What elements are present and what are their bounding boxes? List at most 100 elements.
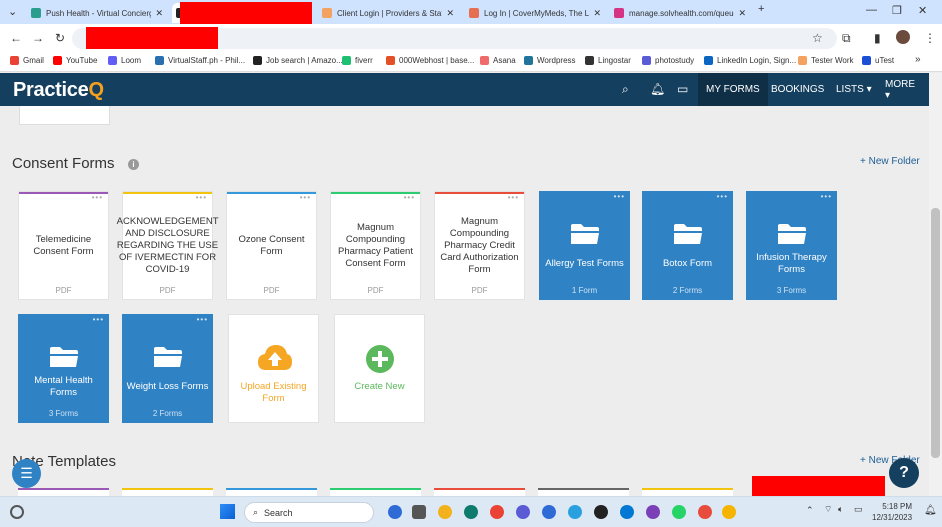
bookmark-star-icon[interactable]: ☆ xyxy=(812,31,823,45)
nav-bookings[interactable]: BOOKINGS xyxy=(763,73,832,106)
folder-menu-icon[interactable]: ••• xyxy=(614,192,625,201)
form-card[interactable]: ••• Telemedicine Consent Form PDF xyxy=(18,191,109,300)
page-scrollbar[interactable] xyxy=(929,73,942,496)
new-tab-button[interactable]: + xyxy=(758,3,764,15)
bookmark-item[interactable]: Gmail xyxy=(10,56,44,65)
note-card[interactable] xyxy=(18,488,109,496)
taskbar-clock[interactable]: 5:18 PM 12/31/2023 xyxy=(872,501,912,523)
form-folder[interactable]: ••• Allergy Test Forms 1 Form xyxy=(539,191,630,300)
card-menu-icon[interactable]: ••• xyxy=(92,193,103,202)
search-icon[interactable]: ⌕ xyxy=(622,82,629,97)
wifi-icon[interactable]: ⌔ xyxy=(824,504,832,515)
form-folder[interactable]: ••• Weight Loss Forms 2 Forms xyxy=(122,314,213,423)
tab-close-icon[interactable]: ✕ xyxy=(442,8,454,19)
info-icon[interactable]: i xyxy=(128,159,139,170)
browser-tab[interactable]: Log In | CoverMyMeds, The Lea ✕ xyxy=(465,3,605,23)
new-folder-button[interactable]: + New Folder xyxy=(860,156,920,167)
battery-icon[interactable]: ▭ xyxy=(854,504,863,515)
nav-lists[interactable]: LISTS ▾ xyxy=(828,73,880,106)
notes-icon[interactable] xyxy=(722,505,736,519)
bookmark-item[interactable]: Asana xyxy=(480,56,516,65)
form-card[interactable]: ••• Ozone Consent Form PDF xyxy=(226,191,317,300)
form-card[interactable]: ••• Magnum Compounding Pharmacy Credit Ca… xyxy=(434,191,525,300)
bookmark-item[interactable]: VirtualStaff.ph - Phil... xyxy=(155,56,245,65)
chat-list-icon[interactable]: ☰ xyxy=(12,459,41,488)
bookmark-item[interactable]: uTest xyxy=(862,56,894,65)
viber-icon[interactable] xyxy=(646,505,660,519)
tab-close-icon[interactable]: ✕ xyxy=(734,8,746,19)
previous-section-card[interactable] xyxy=(19,106,110,125)
tab-search-icon[interactable]: ⌄ xyxy=(8,5,17,18)
card-menu-icon[interactable]: ••• xyxy=(196,193,207,202)
sidepanel-icon[interactable]: ▮ xyxy=(874,31,881,45)
help-question-icon[interactable]: ? xyxy=(889,458,919,488)
notification-icon[interactable]: 🔔︎ xyxy=(924,505,937,516)
bookmark-item[interactable]: photostudy xyxy=(642,56,694,65)
scrollbar-thumb[interactable] xyxy=(931,208,940,458)
note-card[interactable] xyxy=(642,488,733,496)
form-folder[interactable]: ••• Mental Health Forms 3 Forms xyxy=(18,314,109,423)
settings-icon[interactable] xyxy=(516,505,530,519)
extensions-icon[interactable]: ⧉ xyxy=(842,31,851,46)
card-menu-icon[interactable]: ••• xyxy=(508,193,519,202)
reload-icon[interactable]: ↻ xyxy=(55,31,65,45)
tab-close-icon[interactable]: ✕ xyxy=(589,8,601,19)
folder-menu-icon[interactable]: ••• xyxy=(93,315,104,324)
note-card[interactable] xyxy=(330,488,421,496)
form-card[interactable]: ••• Magnum Compounding Pharmacy Patient C… xyxy=(330,191,421,300)
bookmark-item[interactable]: Loom xyxy=(108,56,141,65)
bookmark-item[interactable]: 000Webhost | base... xyxy=(386,56,474,65)
file-explorer-icon[interactable] xyxy=(412,505,426,519)
widgets-icon[interactable] xyxy=(10,505,24,519)
restore-icon[interactable]: ❐ xyxy=(892,4,902,17)
form-card[interactable]: ••• ACKNOWLEDGEMENT AND DISCLOSURE REGARD… xyxy=(117,191,219,300)
note-card[interactable] xyxy=(122,488,213,496)
nav-my-forms[interactable]: MY FORMS xyxy=(698,73,768,106)
billing-card-icon[interactable]: ▭ xyxy=(677,82,688,96)
teams-icon[interactable] xyxy=(542,505,556,519)
bookmarks-more-icon[interactable]: » xyxy=(915,54,921,65)
bookmark-item[interactable]: Lingostar xyxy=(585,56,631,65)
profile-avatar[interactable] xyxy=(896,30,910,44)
bookmark-item[interactable]: LinkedIn Login, Sign... xyxy=(704,56,796,65)
close-window-icon[interactable]: ✕ xyxy=(918,4,927,17)
chrome-profile-icon[interactable] xyxy=(698,505,712,519)
bookmark-item[interactable]: Wordpress xyxy=(524,56,576,65)
edge-icon[interactable] xyxy=(464,505,478,519)
practiceq-logo[interactable]: PracticeQ xyxy=(13,79,104,102)
bookmark-item[interactable]: Job search | Amazo... xyxy=(253,56,343,65)
browser-tab[interactable]: manage.solvhealth.com/queue ✕ xyxy=(610,3,750,23)
card-menu-icon[interactable]: ••• xyxy=(404,193,415,202)
folder-icon[interactable] xyxy=(438,505,452,519)
note-card[interactable] xyxy=(434,488,525,496)
windows-start-icon[interactable] xyxy=(220,504,235,519)
tab-close-icon[interactable]: ✕ xyxy=(151,8,163,19)
tray-chevron-icon[interactable]: ⌃ xyxy=(806,505,814,516)
whatsapp-icon[interactable] xyxy=(672,505,686,519)
back-icon[interactable]: ← xyxy=(10,31,22,45)
folder-menu-icon[interactable]: ••• xyxy=(821,192,832,201)
bookmark-item[interactable]: fiverr xyxy=(342,56,373,65)
vpn-icon[interactable] xyxy=(594,505,608,519)
forward-icon[interactable]: → xyxy=(32,31,44,45)
browser-tab[interactable]: Client Login | Providers & Staff ✕ xyxy=(318,3,458,23)
chat-app-icon[interactable] xyxy=(388,505,402,519)
bookmark-item[interactable]: Tester Work xyxy=(798,56,854,65)
folder-menu-icon[interactable]: ••• xyxy=(717,192,728,201)
skype-icon[interactable] xyxy=(620,505,634,519)
browser-tab[interactable]: Push Health - Virtual Concierge ✕ xyxy=(27,3,167,23)
nav-more[interactable]: MORE ▾ xyxy=(877,73,929,106)
browser-menu-icon[interactable]: ⋮ xyxy=(924,31,936,45)
upload-existing-form-button[interactable]: Upload Existing Form xyxy=(228,314,319,423)
card-menu-icon[interactable]: ••• xyxy=(300,193,311,202)
minimize-icon[interactable]: — xyxy=(866,4,877,16)
bookmark-item[interactable]: YouTube xyxy=(53,56,97,65)
form-folder[interactable]: ••• Infusion Therapy Forms 3 Forms xyxy=(746,191,837,300)
create-new-form-button[interactable]: Create New xyxy=(334,314,425,423)
bell-icon[interactable]: 🔔︎ xyxy=(650,82,665,96)
volume-icon[interactable]: 🔈︎ xyxy=(838,504,843,515)
telegram-icon[interactable] xyxy=(568,505,582,519)
chrome-icon[interactable] xyxy=(490,505,504,519)
form-folder[interactable]: ••• Botox Form 2 Forms xyxy=(642,191,733,300)
note-card[interactable] xyxy=(226,488,317,496)
